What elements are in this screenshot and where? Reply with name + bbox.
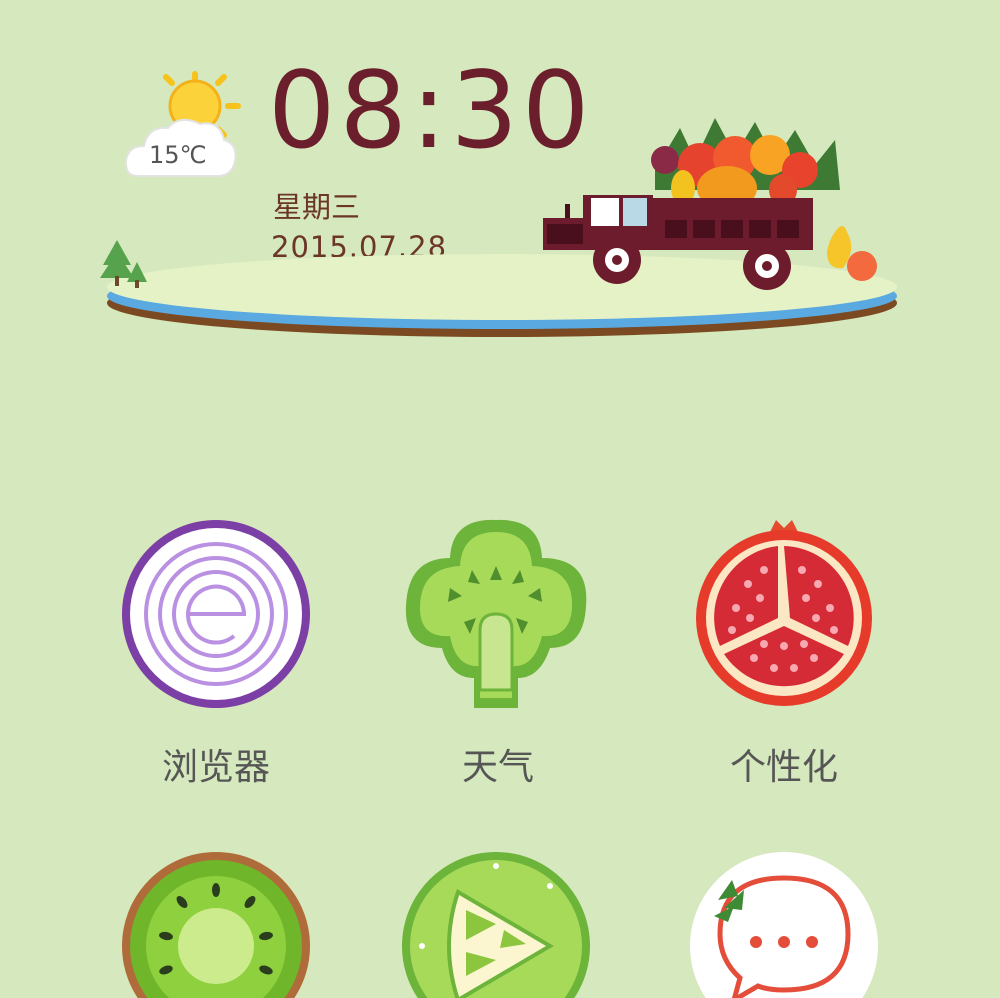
strawberry-message-icon[interactable]: [688, 850, 880, 998]
temperature: 15℃: [149, 141, 207, 169]
onion-browser-icon[interactable]: [120, 518, 312, 710]
broccoli-weather-icon[interactable]: [400, 518, 592, 710]
app-label-browser[interactable]: 浏览器: [106, 738, 326, 790]
kiwi-icon[interactable]: [120, 850, 312, 998]
app-label-theme[interactable]: 个性化: [674, 738, 894, 790]
vegetables-pile: [651, 118, 840, 210]
app-label-weather[interactable]: 天气: [388, 738, 608, 790]
pomegranate-theme-icon[interactable]: [694, 518, 874, 710]
lime-video-icon[interactable]: [400, 850, 592, 998]
farm-illustration: [100, 118, 897, 337]
